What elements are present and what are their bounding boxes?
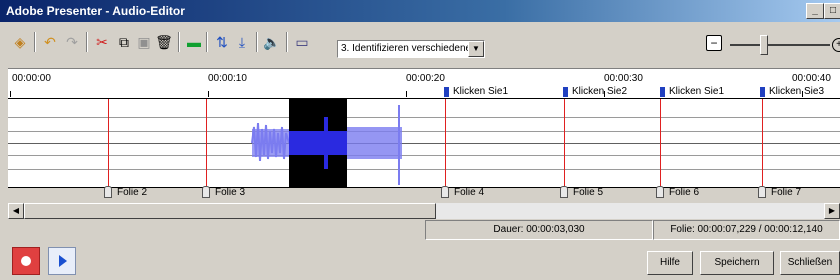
record-button[interactable] (12, 247, 40, 275)
ruler-label: 00:00:30 (604, 73, 643, 84)
slide-marker[interactable]: Folie 5 (560, 186, 603, 198)
play-button[interactable] (48, 247, 76, 275)
slide-marker[interactable]: Folie 3 (202, 186, 245, 198)
ruler-label: 00:00:00 (12, 73, 51, 84)
marker[interactable]: Klicken Sie2 (563, 86, 627, 97)
zoom-in-icon[interactable]: + (832, 38, 840, 52)
close-button[interactable]: Schließen (780, 251, 840, 275)
slide-marker[interactable]: Folie 6 (656, 186, 699, 198)
scrollbar-thumb[interactable] (24, 203, 436, 219)
import-icon[interactable]: ◈ (10, 32, 30, 52)
horizontal-scrollbar[interactable]: ◀ ▶ (8, 203, 840, 219)
chevron-down-icon[interactable]: ▼ (468, 41, 484, 57)
cut-icon[interactable]: ✂ (92, 32, 112, 52)
marker[interactable]: Klicken Sie1 (660, 86, 724, 97)
help-button[interactable]: Hilfe (647, 251, 693, 275)
zoom-out-icon[interactable]: − (706, 35, 722, 51)
undo-icon[interactable]: ↶ (40, 32, 60, 52)
title-bar: Adobe Presenter - Audio-Editor _ □ (0, 0, 840, 22)
waveform-area[interactable] (8, 98, 840, 188)
slide-time-status: Folie: 00:00:07,229 / 00:00:12,140 (653, 220, 840, 240)
ruler-label: 00:00:10 (208, 73, 247, 84)
marker[interactable]: Klicken Sie1 (444, 86, 508, 97)
copy-icon[interactable]: ⧉ (114, 32, 134, 52)
ruler-label: 00:00:20 (406, 73, 445, 84)
redo-icon[interactable]: ↷ (62, 32, 82, 52)
slide-select[interactable]: 3. Identifizieren verschiedener ▼ (337, 40, 485, 58)
delete-icon[interactable]: 🗑 (154, 32, 174, 52)
zoom-slider-track[interactable] (730, 44, 830, 46)
slide-marker[interactable]: Folie 2 (104, 186, 147, 198)
slide-marker[interactable]: Folie 7 (758, 186, 801, 198)
marker[interactable]: Klicken Sie3 (760, 86, 824, 97)
insert-silence-icon[interactable]: ▬ (184, 32, 204, 52)
caption-icon[interactable]: ▭ (292, 32, 312, 52)
minimize-button[interactable]: _ (806, 3, 824, 19)
save-button[interactable]: Speichern (700, 251, 774, 275)
slide-marker[interactable]: Folie 4 (441, 186, 484, 198)
insert-marker-icon[interactable]: ⤓ (232, 32, 252, 52)
waveform (251, 105, 402, 185)
scroll-left-icon[interactable]: ◀ (8, 203, 24, 219)
slide-select-value: 3. Identifizieren verschiedener (341, 43, 475, 54)
ruler-label: 00:00:40 (792, 73, 831, 84)
speaker-icon[interactable]: 🔈 (262, 32, 282, 52)
zoom-slider-thumb[interactable] (760, 35, 768, 55)
duration-status: Dauer: 00:00:03,030 (425, 220, 653, 240)
adjust-volume-icon[interactable]: ⇅ (212, 32, 232, 52)
window-title: Adobe Presenter - Audio-Editor (6, 4, 185, 18)
maximize-button[interactable]: □ (824, 3, 840, 19)
scroll-right-icon[interactable]: ▶ (824, 203, 840, 219)
paste-icon[interactable]: ▣ (134, 32, 154, 52)
